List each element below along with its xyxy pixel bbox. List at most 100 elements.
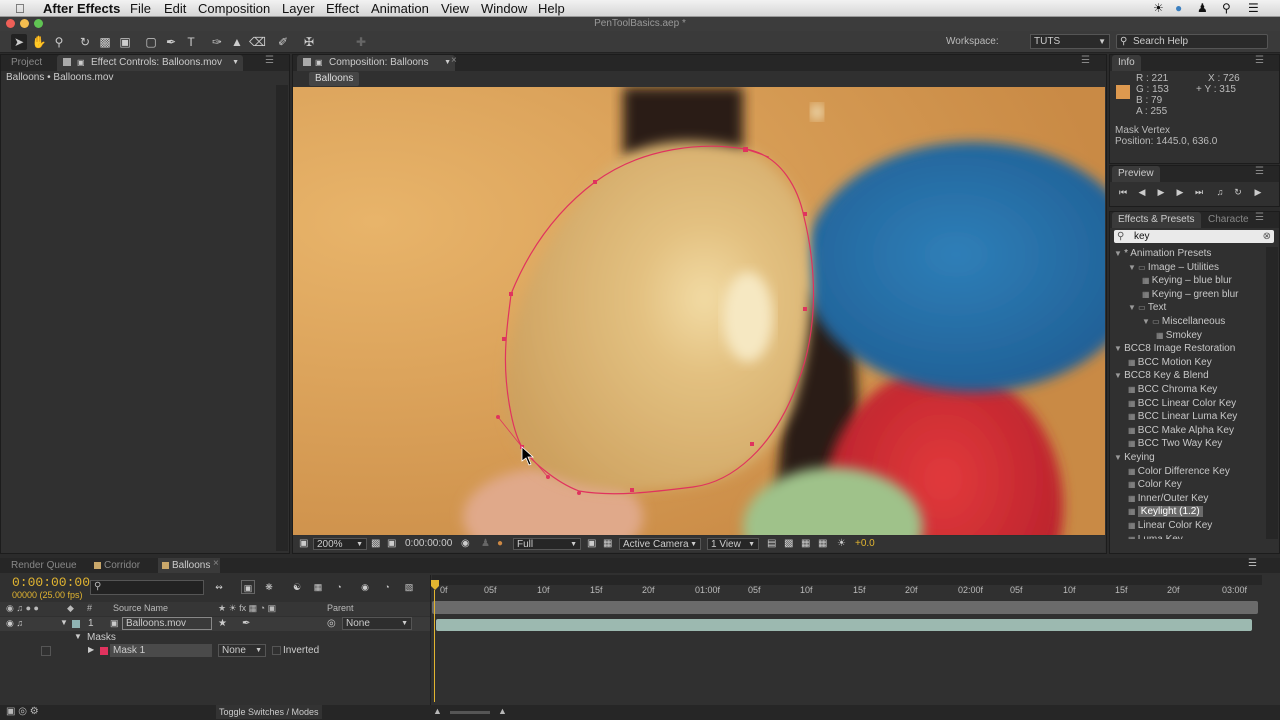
tab-render-queue[interactable]: Render Queue — [5, 558, 83, 573]
effects-tree-item[interactable]: ▦ Smokey — [1156, 329, 1202, 342]
tab-corridor[interactable]: Corridor — [90, 558, 146, 573]
effects-tree-item[interactable]: ▦ BCC Linear Luma Key — [1128, 410, 1237, 423]
transparency-grid-icon[interactable]: ▦ — [603, 538, 612, 550]
comp-nav-balloons[interactable]: Balloons — [309, 72, 360, 86]
tab-project[interactable]: Project — [5, 55, 48, 71]
header-source-name[interactable]: Source Name — [113, 603, 168, 613]
pickwhip-icon[interactable]: ◎ — [327, 618, 336, 629]
exposure-icon[interactable]: ☀ — [837, 538, 846, 550]
menu-edit[interactable]: Edit — [164, 1, 186, 16]
zoom-tool-icon[interactable]: ⚲ — [51, 34, 67, 50]
close-icon[interactable]: × — [213, 558, 219, 569]
panel-lock-icon[interactable] — [303, 58, 311, 66]
visibility-icon[interactable]: ◉ ♫ — [6, 618, 23, 629]
rotate-tool-icon[interactable]: ↻ — [77, 34, 93, 50]
collapse-transform-icon[interactable]: ★ — [218, 618, 227, 629]
expand-chevron-icon[interactable]: ▶ — [88, 645, 94, 654]
panel-menu-icon[interactable]: ☰ — [1255, 212, 1264, 223]
brush-tool-icon[interactable]: ✑ — [209, 34, 225, 50]
app-menu[interactable]: After Effects — [43, 1, 120, 16]
panel-menu-icon[interactable]: ☰ — [1255, 55, 1264, 66]
tab-preview[interactable]: Preview — [1112, 166, 1160, 182]
camera-select[interactable]: Active Camera ▼ — [619, 538, 701, 550]
panel-lock-icon[interactable] — [63, 58, 71, 66]
search-help-input[interactable]: ⚲ Search Help — [1116, 34, 1268, 49]
label-color[interactable] — [72, 620, 80, 628]
show-snapshot-icon[interactable]: ♟ — [481, 538, 490, 550]
title-safe-icon[interactable]: ▩ — [371, 538, 380, 550]
tab-info[interactable]: Info — [1112, 55, 1141, 71]
mask-row[interactable]: ▶ Mask 1 None ▼ Inverted — [0, 644, 430, 658]
menu-view[interactable]: View — [441, 1, 469, 16]
expand-chevron-icon[interactable]: ▼ — [74, 632, 82, 641]
next-frame-icon[interactable]: ▶ — [1173, 185, 1187, 199]
graph-editor-icon[interactable]: ▧ — [402, 580, 416, 594]
fast-previews-icon[interactable]: ▣ — [587, 538, 596, 550]
effects-tree-item[interactable]: ▼ ▭ Image – Utilities — [1128, 261, 1219, 274]
motion-blur-icon[interactable]: ◔ — [332, 580, 346, 594]
camera-tool-icon[interactable]: ▩ — [97, 34, 113, 50]
effects-search-input[interactable]: ⚲ key ⊗ — [1114, 230, 1274, 243]
play-icon[interactable]: ▶ — [1154, 185, 1168, 199]
loop-icon[interactable]: ↻ — [1231, 185, 1245, 199]
effects-tree-item[interactable]: ▦ Linear Color Key — [1128, 519, 1212, 532]
tab-balloons[interactable]: Balloons — [158, 558, 220, 573]
zoom-out-icon[interactable]: ▲ — [433, 706, 442, 716]
brainstorm-icon[interactable]: ◉ — [358, 580, 372, 594]
effects-tree-item[interactable]: ▦ BCC Chroma Key — [1128, 383, 1217, 396]
rectangle-tool-icon[interactable]: ▢ — [143, 34, 159, 50]
sync-icon[interactable]: ● — [1175, 1, 1182, 15]
work-area-bar[interactable] — [432, 575, 1262, 585]
expand-chevron-icon[interactable]: ▼ — [60, 618, 68, 627]
scrollbar[interactable] — [276, 85, 288, 551]
toggle-switches-modes[interactable]: Toggle Switches / Modes — [216, 705, 322, 719]
menu-window[interactable]: Window — [481, 1, 527, 16]
apple-icon[interactable]:  — [15, 1, 25, 16]
menu-layer[interactable]: Layer — [282, 1, 315, 16]
clone-stamp-tool-icon[interactable]: ▲ — [229, 34, 245, 50]
parent-select[interactable]: None ▼ — [342, 617, 412, 630]
mask-color-swatch[interactable] — [100, 647, 108, 655]
effects-tree-item[interactable]: ▼ * Animation Presets — [1114, 247, 1211, 260]
zoom-in-icon[interactable]: ▲ — [498, 706, 507, 716]
clear-search-icon[interactable]: ⊗ — [1263, 230, 1271, 243]
effects-tree-item[interactable]: ▦ Keying – blue blur — [1142, 274, 1232, 287]
timeline-nav-icon[interactable]: ↭ — [212, 580, 226, 594]
workspace-select[interactable]: TUTS ▼ — [1030, 34, 1110, 49]
effects-tree-item[interactable]: ▦ BCC Motion Key — [1128, 356, 1212, 369]
effects-tree-item[interactable]: ▼ BCC8 Key & Blend — [1114, 369, 1209, 382]
chevron-down-icon[interactable]: ▼ — [232, 55, 239, 71]
panel-menu-icon[interactable]: ☰ — [1081, 55, 1090, 66]
flowchart-icon[interactable]: ▦ — [818, 538, 827, 550]
menu-effect[interactable]: Effect — [326, 1, 359, 16]
panel-menu-icon[interactable]: ☰ — [265, 55, 274, 66]
user-icon[interactable]: ♟ — [1197, 1, 1208, 15]
composition-viewer[interactable] — [293, 87, 1105, 535]
tab-effects-presets[interactable]: Effects & Presets — [1112, 212, 1201, 228]
channel-icon[interactable]: ● — [497, 538, 503, 550]
roto-brush-tool-icon[interactable]: ✐ — [275, 34, 291, 50]
zoom-select[interactable]: 200% ▼ — [313, 538, 367, 550]
effects-tree-item[interactable]: ▼ ▭ Text — [1128, 301, 1166, 314]
sun-icon[interactable]: ☀ — [1153, 1, 1164, 15]
layer-row[interactable]: ◉ ♫ ▼ 1 ▣ Balloons.mov ★ ✒ ◎ None ▼ — [0, 617, 430, 631]
mask-name[interactable]: Mask 1 — [110, 644, 212, 657]
time-ruler[interactable]: 0f 05f 10f 15f 20f 01:00f 05f 10f 15f 20f 02:00f 05… — [432, 585, 1262, 599]
ram-preview-icon[interactable]: ▶ — [1251, 185, 1265, 199]
resolution-select[interactable]: Full ▼ — [513, 538, 581, 550]
panel-menu-icon[interactable]: ☰ — [1248, 558, 1257, 569]
chevron-down-icon[interactable]: ▼ — [444, 55, 451, 71]
pan-behind-tool-icon[interactable]: ▣ — [117, 34, 133, 50]
minimize-window-icon[interactable] — [20, 19, 29, 28]
effects-tree-item[interactable]: ▦ Color Key — [1128, 478, 1182, 491]
shy-icon[interactable]: ☯ — [290, 580, 304, 594]
view-layout-select[interactable]: 1 View ▼ — [707, 538, 759, 550]
spotlight-icon[interactable]: ⚲ — [1222, 1, 1231, 15]
layer-name[interactable]: Balloons.mov — [122, 617, 212, 630]
footer-buttons-icon[interactable]: ▣ ◎ ⚙ — [6, 706, 39, 717]
timeline-icon[interactable]: ▦ — [801, 538, 810, 550]
mask-lock-icon[interactable] — [41, 646, 51, 656]
menu-file[interactable]: File — [130, 1, 151, 16]
effects-tree-item[interactable]: ▼ ▭ Miscellaneous — [1142, 315, 1225, 328]
effects-tree-item[interactable]: ▼ BCC8 Image Restoration — [1114, 342, 1235, 355]
